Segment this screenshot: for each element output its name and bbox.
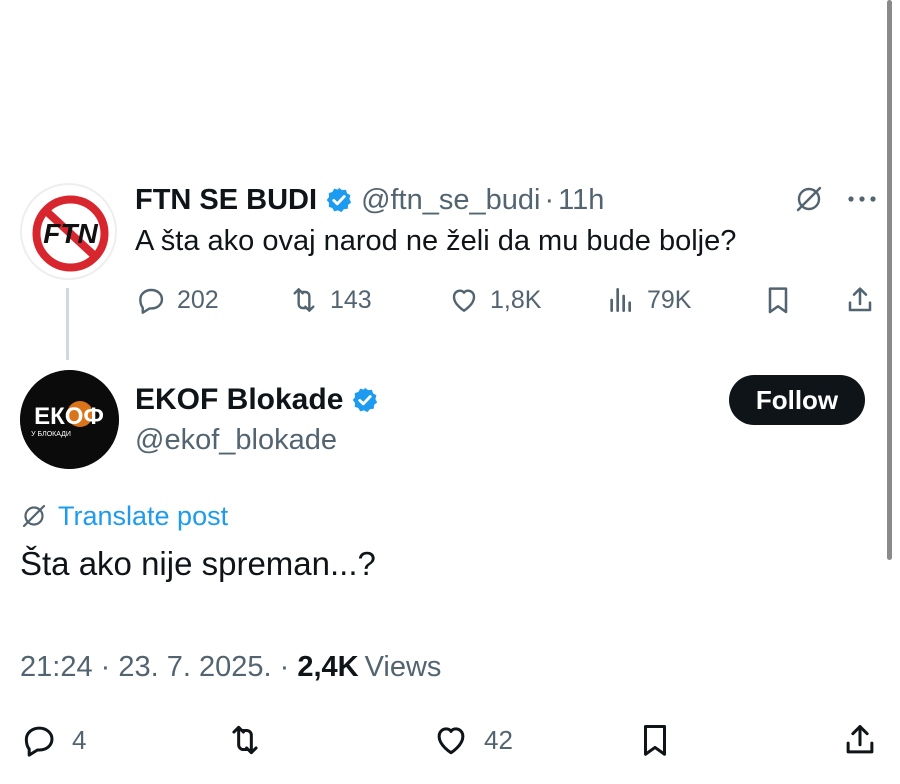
repost-icon: [293, 288, 315, 312]
translate-globe-icon: [22, 504, 46, 528]
ftn-avatar[interactable]: FTN: [20, 183, 117, 280]
reply-post-text: Šta ako nije spreman...?: [20, 545, 376, 582]
views-label: Views: [364, 650, 442, 683]
reply-author-name[interactable]: EKOF Blokade: [135, 383, 343, 417]
parent-author-name[interactable]: FTN SE BUDI: [135, 184, 317, 217]
translate-post-label: Translate post: [58, 500, 229, 531]
heart-icon: [437, 727, 465, 755]
parent-reply-count: 202: [177, 285, 219, 314]
ekof-logo-icon: ЕКОФ У БЛОКАДИ: [20, 370, 119, 469]
parent-bookmark-button[interactable]: [762, 280, 804, 320]
more-options-icon[interactable]: [845, 186, 879, 212]
bookmark-icon: [643, 725, 667, 756]
svg-text:ЕКОФ: ЕКОФ: [34, 403, 104, 430]
parent-post-time[interactable]: 11h: [558, 184, 604, 217]
separator-dot: ·: [544, 183, 555, 216]
reply-author-handle[interactable]: @ekof_blokade: [135, 424, 337, 457]
parent-repost-button[interactable]: 143: [288, 280, 372, 320]
repost-icon: [232, 725, 258, 755]
translate-post-link[interactable]: Translate post: [20, 498, 228, 534]
scrollbar[interactable]: [887, 0, 892, 560]
svg-text:FTN: FTN: [43, 218, 98, 249]
reply-post-actions: 4 42: [0, 718, 900, 762]
parent-views-count: 79K: [647, 285, 692, 314]
reply-author-name-row: EKOF Blokade: [135, 380, 387, 420]
post-meta: 21:24 · 23. 7. 2025. · 2,4K Views: [20, 647, 441, 687]
translate-globe-icon[interactable]: [793, 183, 825, 215]
verified-badge-icon: [325, 186, 353, 214]
reply-icon: [24, 726, 54, 757]
views-count: 2,4K: [297, 650, 359, 683]
reply-reply-count: 4: [72, 724, 87, 755]
parent-repost-count: 143: [330, 285, 372, 314]
post-timestamp[interactable]: 21:24 · 23. 7. 2025. ·: [20, 651, 297, 684]
reply-bookmark-button[interactable]: [636, 718, 688, 762]
parent-like-count: 1,8K: [490, 285, 542, 314]
analytics-icon: [610, 288, 631, 312]
bookmark-icon: [768, 287, 788, 314]
follow-button[interactable]: Follow: [729, 375, 865, 425]
svg-text:У БЛОКАДИ: У БЛОКАДИ: [31, 431, 71, 438]
share-icon: [848, 287, 872, 312]
reply-like-count: 42: [484, 724, 513, 755]
parent-post-header: FTN SE BUDI @ftn_se_budi · 11h: [135, 180, 604, 220]
parent-reply-button[interactable]: 202: [135, 280, 219, 320]
share-icon: [846, 725, 874, 754]
parent-share-button[interactable]: [844, 280, 886, 320]
reply-repost-button[interactable]: [226, 718, 278, 762]
parent-author-handle[interactable]: @ftn_se_budi: [361, 184, 540, 217]
reply-reply-button[interactable]: 4: [20, 718, 86, 762]
reply-share-button[interactable]: [841, 718, 893, 762]
reply-icon: [139, 288, 164, 314]
parent-like-button[interactable]: 1,8K: [448, 280, 541, 320]
heart-icon: [452, 289, 476, 312]
parent-views-button[interactable]: 79K: [605, 280, 691, 320]
thread-connector-line: [66, 288, 69, 360]
ftn-logo-icon: FTN: [32, 195, 109, 272]
verified-badge-icon: [351, 386, 379, 414]
reply-like-button[interactable]: 42: [432, 718, 513, 762]
ekof-avatar[interactable]: ЕКОФ У БЛОКАДИ: [20, 370, 119, 469]
parent-post-text: A šta ako ovaj narod ne želi da mu bude …: [135, 225, 737, 257]
